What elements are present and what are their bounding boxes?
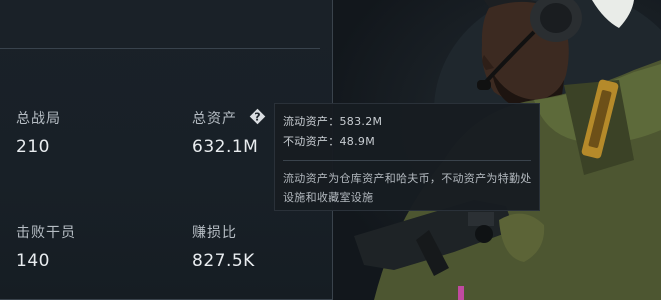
fixed-assets-text: 不动资产：48.9M	[283, 135, 375, 148]
stat-profit-loss-ratio: 赚损比 827.5K	[192, 222, 255, 271]
stat-total-matches: 总战局 210	[16, 108, 61, 157]
question-mark-diamond-icon[interactable]: ?	[248, 107, 267, 126]
total-assets-tooltip: 流动资产：583.2M 不动资产：48.9M 流动资产为仓库资产和哈夫币，不动资…	[274, 103, 540, 211]
stat-label: 总战局	[16, 111, 61, 127]
stat-value: 140	[16, 251, 50, 271]
svg-text:?: ?	[254, 111, 260, 124]
panel-divider	[0, 48, 320, 49]
assets-description-text: 流动资产为仓库资产和哈夫币，不动资产为特勤处设施和收藏室设施	[283, 172, 532, 204]
stat-label: 赚损比	[192, 225, 237, 241]
stat-value: 210	[16, 137, 50, 157]
stat-label: 击败干员	[16, 225, 76, 241]
stat-value: 827.5K	[192, 251, 255, 271]
stat-operators-defeated: 击败干员 140	[16, 222, 76, 271]
tooltip-divider	[283, 160, 531, 161]
liquid-assets-text: 流动资产：583.2M	[283, 115, 383, 128]
stat-value: 632.1M	[192, 137, 259, 157]
